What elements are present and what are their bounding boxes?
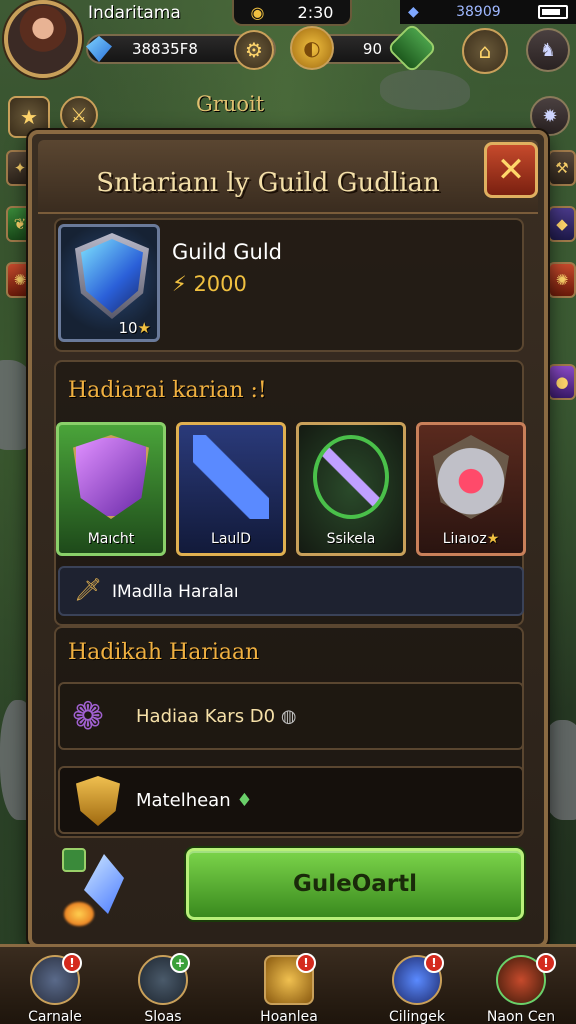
top-hud: Indaritama ◉ 2:30 ◆ 38909 38835F8 ⚙ 90 ◐…	[0, 0, 576, 90]
reward-tile-1[interactable]: Maıcht	[56, 422, 166, 556]
armor-shield-icon	[73, 435, 149, 519]
device-status: ◆ 38909	[400, 0, 576, 24]
sword-icon: ⚔	[70, 103, 88, 127]
arrow-icon	[313, 435, 389, 519]
reward-label: LaulD	[211, 531, 251, 547]
fire-icon: ✺	[13, 271, 27, 289]
player-name: Indaritama	[88, 3, 181, 23]
reward-info-bar[interactable]: 🗡 IMadlla Haralaı	[58, 566, 524, 616]
claim-button[interactable]: GuleOartl	[186, 848, 524, 920]
gem-status-icon: ◆	[408, 4, 419, 20]
side-menu-right-4[interactable]: ●	[548, 364, 576, 400]
gem-amount: 38835F8	[132, 40, 198, 58]
nav-label: Carnale	[28, 1009, 82, 1024]
star-icon: ★	[20, 105, 38, 129]
notification-badge: !	[536, 953, 556, 973]
cog-icon: ✹	[542, 105, 558, 127]
guild-power: ⚡ 2000	[172, 272, 247, 296]
hammer-icon: ⚒	[555, 159, 569, 177]
flame-icon: ✺	[555, 271, 569, 289]
gold-shield-icon	[76, 776, 120, 826]
daily-item-1[interactable]: ❁ Hadiaa Kars D0 ◍	[58, 682, 524, 750]
signal-value: 38909	[456, 4, 501, 20]
shop-icon: ⌂	[478, 39, 492, 63]
helm-gem-icon	[433, 435, 509, 519]
dagger-icon: 🗡	[74, 578, 102, 603]
emblem-level: 10★	[118, 319, 151, 337]
crystal-icon: ◆	[556, 215, 568, 233]
gear-icon: ⚙	[245, 38, 263, 62]
daily-heading: Hadikah Hariaan	[68, 640, 260, 665]
clock-icon: ◉	[250, 2, 265, 22]
panel-header: Sntarianı ly Guild Gudlian	[38, 140, 538, 214]
clock-bar: ◉ 2:30	[232, 0, 352, 26]
reward-tile-2[interactable]: LaulD	[176, 422, 286, 556]
add-gold-icon[interactable]	[386, 22, 438, 74]
bar-label: IMadlla Haralaı	[112, 582, 239, 602]
potion-icon: ♦	[236, 790, 253, 811]
helmet-icon: ♞	[539, 39, 557, 61]
daily-item-2[interactable]: Matelhean ♦	[58, 766, 524, 834]
nav-item-naon-cen[interactable]: ! Naon Cen	[466, 951, 576, 1024]
daily-item-label: Hadiaa Kars D0 ◍	[136, 706, 297, 727]
player-avatar[interactable]	[4, 0, 82, 78]
nav-item-carnale[interactable]: ! Carnale	[0, 951, 110, 1024]
nav-label: Hoanlea	[260, 1009, 318, 1024]
side-menu-right-2[interactable]: ◆	[548, 206, 576, 242]
scroll-icon: ✦	[13, 159, 27, 177]
nav-label: Naon Cen	[486, 1009, 556, 1024]
reward-tile-4[interactable]: Liıaıoz★	[416, 422, 526, 556]
guild-shield-icon	[81, 239, 143, 313]
side-menu-right-3[interactable]: ✺	[548, 262, 576, 298]
notification-badge: !	[424, 953, 444, 973]
leaf-icon: ❦	[13, 215, 27, 233]
power-bolt-icon: ⚡	[172, 272, 187, 296]
quest-icon-button[interactable]: ⚔	[60, 96, 98, 134]
drop-icon: ◍	[280, 706, 297, 727]
shop-icon-button[interactable]: ⌂	[462, 28, 508, 74]
close-button[interactable]: ✕	[484, 142, 538, 198]
flower-icon: ❁	[72, 694, 104, 738]
nav-label: Cilingek	[389, 1009, 445, 1024]
gold-amount: 90	[362, 40, 382, 58]
panel-title: Sntarianı ly Guild Gudlian	[96, 168, 440, 198]
reward-tile-3[interactable]: Ssikela	[296, 422, 406, 556]
notification-badge: !	[62, 953, 82, 973]
clock-time: 2:30	[297, 2, 334, 22]
close-icon: ✕	[496, 150, 526, 190]
guild-name: Guild Guld	[172, 240, 283, 264]
guild-reward-panel: Sntarianı ly Guild Gudlian ✕ 10★ Guild G…	[28, 130, 548, 948]
reward-label: Liıaıoz★	[442, 531, 500, 547]
reward-label: Ssikela	[326, 531, 376, 547]
guild-screen-label: Gruoit	[196, 92, 265, 116]
rewards-heading: Hadiarai karian :!	[68, 378, 267, 403]
crystal-reward-icon	[58, 846, 142, 930]
nav-item-sloas[interactable]: + Sloas	[108, 951, 218, 1024]
orb-icon: ●	[555, 373, 569, 391]
reward-label: Maıcht	[87, 531, 135, 547]
nav-item-cilingek[interactable]: ! Cilingek	[362, 951, 472, 1024]
gold-coin-icon: ◐	[290, 26, 334, 70]
daily-item-label: Matelhean ♦	[136, 790, 253, 811]
nav-label: Sloas	[144, 1009, 182, 1024]
gem-icon	[86, 36, 112, 62]
settings-icon-button[interactable]: ⚙	[234, 30, 274, 70]
profile-menu-icon[interactable]: ♞	[526, 28, 570, 72]
notification-badge: !	[296, 953, 316, 973]
nav-item-hoanlea[interactable]: ! Hoanlea	[234, 951, 344, 1024]
battery-icon	[537, 5, 568, 19]
bottom-navigation: ! Carnale + Sloas ! Hoanlea ! Cilingek !…	[0, 944, 576, 1024]
plus-badge: +	[170, 953, 190, 973]
side-menu-right-1[interactable]: ⚒	[548, 150, 576, 186]
spear-icon	[193, 435, 269, 519]
guild-emblem[interactable]: 10★	[58, 224, 160, 342]
